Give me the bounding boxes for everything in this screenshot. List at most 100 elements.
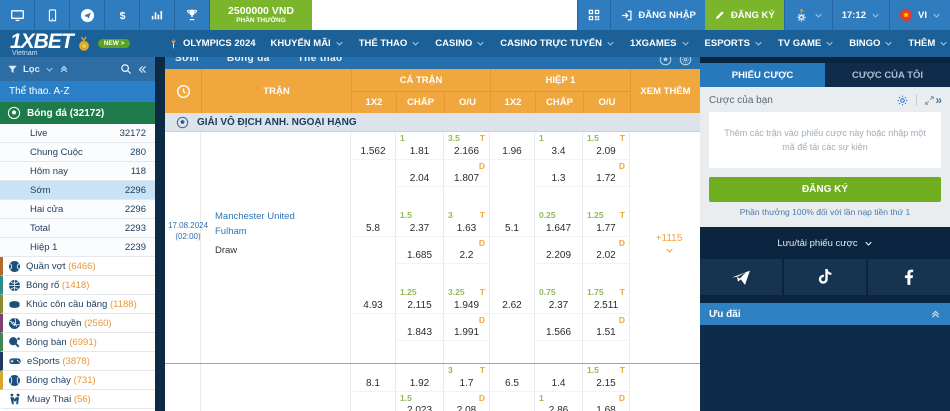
odds-value[interactable]: 2.209: [535, 248, 582, 264]
dollar-tile[interactable]: $: [105, 0, 140, 30]
odds-value[interactable]: 2.04: [396, 171, 443, 187]
filter-icon[interactable]: [7, 64, 18, 75]
odds-value[interactable]: 1.7: [444, 376, 489, 392]
sidebar-sport-kh-c-c-n-c-u-b-ng[interactable]: Khúc côn cầu băng (1188): [0, 295, 155, 314]
telegram-social-button[interactable]: [700, 259, 782, 295]
nav-item-khuy-n-m-i[interactable]: KHUYẾN MÃI: [271, 38, 344, 49]
odds-value[interactable]: 2.62: [490, 298, 534, 314]
tab-my-bets[interactable]: CƯỢC CỦA TÔI: [825, 63, 950, 87]
register-button[interactable]: ĐĂNG KÝ: [704, 0, 784, 30]
search-icon[interactable]: [120, 63, 132, 75]
sidebar-filter-hai-c-a[interactable]: Hai cửa 2296: [0, 200, 155, 219]
nav-item-esports[interactable]: ESPORTS: [705, 38, 763, 49]
odds-value[interactable]: 1.96: [490, 144, 534, 160]
bonus-balance-button[interactable]: 2500000 VND PHẦN THƯỞNG: [210, 0, 312, 30]
nav-item-1xgames[interactable]: 1XGAMES: [630, 38, 689, 49]
sidebar-sport-muay-thai[interactable]: Muay Thai (56): [0, 390, 155, 409]
chevron-down-icon[interactable]: [45, 65, 54, 74]
betslip-settings-icon[interactable]: [896, 94, 909, 107]
breadcrumb-part[interactable]: Thể thao: [298, 57, 343, 65]
nav-item-bingo[interactable]: BINGO: [849, 38, 893, 49]
tiktok-button[interactable]: [784, 259, 866, 295]
save-load-betslip-link[interactable]: Lưu/tải phiếu cược: [700, 227, 950, 259]
odds-value[interactable]: 2.166: [444, 144, 489, 160]
sidebar-filter-live[interactable]: Live 32172: [0, 124, 155, 143]
sidebar-sport-b-ng-r-[interactable]: Bóng rổ (1418): [0, 276, 155, 295]
nav-item-casino-tr-c-tuy-n[interactable]: CASINO TRỰC TUYẾN: [500, 38, 615, 49]
sidebar-filter-hi-p-1[interactable]: Hiệp 1 2239: [0, 238, 155, 257]
team-away-link[interactable]: Fulham: [215, 225, 295, 240]
sidebar-item-football[interactable]: Bóng đá (32172): [0, 102, 155, 124]
odds-value[interactable]: 2.37: [535, 298, 582, 314]
league-row[interactable]: GIẢI VÔ ĐỊCH ANH. NGOẠI HẠNG: [165, 113, 700, 132]
language-menu-button[interactable]: VI: [889, 0, 950, 30]
odds-value[interactable]: 2.2: [444, 248, 489, 264]
logo-1xbet[interactable]: 1XBET Vietnam NEW >: [10, 31, 168, 57]
nav-item-th-m[interactable]: THÊM: [908, 38, 948, 49]
odds-value[interactable]: 1.647: [535, 221, 582, 237]
sidebar-filter-total[interactable]: Total 2293: [0, 219, 155, 238]
time-menu-button[interactable]: 17:12: [831, 0, 890, 30]
collapse-all-icon[interactable]: [59, 64, 69, 74]
odds-value[interactable]: 1.949: [444, 298, 489, 314]
sidebar-sport-qu-n-v-t[interactable]: Quần vợt (6466): [0, 257, 155, 276]
odds-value[interactable]: 1.843: [396, 325, 443, 341]
odds-value[interactable]: 6.5: [490, 376, 534, 392]
collapse-panel-icon[interactable]: »: [935, 93, 942, 107]
favorites-icon[interactable]: [659, 57, 672, 66]
more-markets-link[interactable]: +1115: [638, 232, 700, 260]
odds-value[interactable]: 1.685: [396, 248, 443, 264]
expand-icon[interactable]: [924, 95, 935, 106]
odds-value[interactable]: 1.566: [535, 325, 582, 341]
sidebar-sport-esports[interactable]: eSports (3878): [0, 352, 155, 371]
trophy-tile[interactable]: [175, 0, 210, 30]
odds-value[interactable]: 1.562: [351, 144, 395, 160]
nav-item-th-thao[interactable]: THỂ THAO: [359, 38, 421, 49]
sidebar-sport-b-ng-b-n[interactable]: Bóng bàn (6991): [0, 333, 155, 352]
login-button[interactable]: ĐĂNG NHẬP: [610, 0, 705, 30]
odds-value[interactable]: 5.8: [351, 221, 395, 237]
odds-value[interactable]: 2.37: [396, 221, 443, 237]
tab-betslip[interactable]: PHIẾU CƯỢC: [700, 63, 825, 87]
settings-menu-button[interactable]: [783, 0, 832, 30]
phone-tile[interactable]: [35, 0, 70, 30]
sidebar-sport-b-ng-chuy-n[interactable]: Bóng chuyền (2560): [0, 314, 155, 333]
odds-value[interactable]: 1.807: [444, 171, 489, 187]
odds-value[interactable]: 2.115: [396, 298, 443, 314]
sidebar-filter-h-m-nay[interactable]: Hôm nay 118: [0, 162, 155, 181]
odds-value[interactable]: 2.02: [583, 248, 629, 264]
promo-bar[interactable]: Ưu đãi: [700, 303, 950, 325]
breadcrumb-part[interactable]: Sớm: [175, 57, 199, 65]
odds-value[interactable]: 3.4: [535, 144, 582, 160]
nav-item-tv-game[interactable]: TV GAME: [778, 38, 834, 49]
facebook-button[interactable]: [868, 259, 950, 295]
odds-value[interactable]: 2.09: [583, 144, 629, 160]
odds-value[interactable]: 1.991: [444, 325, 489, 341]
sidebar-item-az[interactable]: Thể thao. A-Z: [0, 81, 155, 102]
odds-value[interactable]: 1.77: [583, 221, 629, 237]
odds-value[interactable]: 2.15: [583, 376, 629, 392]
nav-item-olympics-2024[interactable]: OLYMPICS 2024: [168, 36, 256, 51]
sidebar-filter-s-m[interactable]: Sớm 2296: [0, 181, 155, 200]
qr-code-button[interactable]: [577, 0, 611, 30]
odds-value[interactable]: 1.68: [583, 403, 629, 411]
odds-value[interactable]: 1.92: [396, 376, 443, 392]
odds-value[interactable]: 4.93: [351, 298, 395, 314]
nav-item-casino[interactable]: CASINO: [435, 38, 485, 49]
sidebar-sport-b-ng-ch-y[interactable]: Bóng chày (731): [0, 371, 155, 390]
telegram-tile[interactable]: [70, 0, 105, 30]
odds-value[interactable]: 1.63: [444, 221, 489, 237]
odds-value[interactable]: 1.4: [535, 376, 582, 392]
sidebar-filter-chung-cu-c[interactable]: Chung Cuộc 280: [0, 143, 155, 162]
team-home-link[interactable]: Manchester United: [215, 210, 295, 225]
odds-value[interactable]: 8.1: [351, 376, 395, 392]
monitor-tile[interactable]: [0, 0, 35, 30]
odds-value[interactable]: 2.511: [583, 298, 629, 314]
odds-value[interactable]: 1.51: [583, 325, 629, 341]
odds-value[interactable]: 2.023: [396, 403, 443, 411]
breadcrumb-part[interactable]: Bóng đá: [227, 57, 270, 65]
chart-tile[interactable]: [140, 0, 175, 30]
sidebar-collapse-icon[interactable]: [137, 64, 148, 75]
odds-value[interactable]: 1.72: [583, 171, 629, 187]
register-cta-button[interactable]: ĐĂNG KÝ: [709, 177, 941, 202]
